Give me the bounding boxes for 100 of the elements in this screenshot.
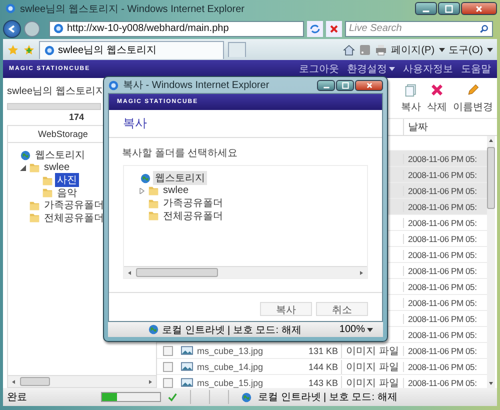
zoom-control[interactable]: 100% [339, 324, 373, 335]
scroll-up-icon[interactable] [488, 138, 494, 144]
file-date: 2008-11-06 PM 05: [408, 330, 477, 340]
close-icon [475, 4, 483, 13]
command-menu[interactable]: 페이지(P) [391, 42, 445, 57]
header-link[interactable]: 도움말 [461, 62, 491, 76]
maximize-icon [445, 4, 453, 13]
close-icon [366, 82, 372, 88]
minimize-button[interactable] [415, 2, 437, 16]
image-file-icon [181, 378, 193, 388]
scroll-thumb[interactable] [487, 147, 495, 210]
back-button[interactable] [3, 20, 21, 38]
tree-item[interactable]: 전체공유폴더 [42, 210, 106, 225]
toolbar-button[interactable]: 삭제 [427, 82, 447, 114]
browser-icon [108, 80, 119, 90]
file-date: 2008-11-06 PM 05: [408, 362, 477, 372]
tree-item[interactable]: 가족공유폴더 [161, 196, 225, 210]
file-date: 2008-11-06 PM 05: [408, 218, 477, 228]
search-icon[interactable] [479, 24, 489, 34]
progress-bar [101, 392, 161, 402]
folder-icon [42, 187, 53, 198]
scroll-down-icon[interactable] [488, 380, 494, 386]
tree-item[interactable]: 웹스토리지 [153, 171, 207, 186]
scroll-thumb[interactable] [136, 268, 218, 277]
tree-item[interactable]: 음악 [55, 186, 79, 200]
folder-icon [148, 185, 159, 196]
toolbar-button[interactable]: 이름변경 [453, 82, 493, 114]
file-date: 2008-11-06 PM 05: [408, 346, 477, 356]
star-icon[interactable] [7, 44, 19, 56]
row-checkbox[interactable] [163, 346, 173, 356]
scroll-left-icon[interactable] [127, 270, 133, 276]
header-link[interactable]: 로그아웃 [299, 62, 339, 76]
horizontal-scrollbar[interactable] [8, 375, 156, 388]
refresh-icon[interactable] [307, 20, 323, 37]
dialog-button[interactable]: 복사 [260, 302, 312, 316]
tree-item[interactable]: 전체공유폴더 [161, 208, 225, 223]
address-field[interactable]: http://xw-10-y008/webhard/main.php [49, 20, 304, 37]
header-link[interactable]: 사용자정보 [403, 62, 453, 76]
maximize-button[interactable] [438, 2, 460, 16]
table-row[interactable]: ms_cube_13.jpg 131 KB 이미지 파일 2008-11-06 PM 05: [157, 343, 487, 360]
file-type: 이미지 파일 [346, 378, 399, 389]
add-favorite-icon[interactable] [23, 44, 35, 56]
search-box[interactable]: Live Search [345, 20, 493, 37]
file-date: 2008-11-06 PM 05: [408, 170, 477, 180]
folder-icon [42, 174, 53, 186]
window-title: swlee님의 웹스토리지 - Windows Internet Explorer [20, 2, 245, 16]
file-date: 2008-11-06 PM 05: [408, 186, 477, 196]
caret-icon [367, 328, 373, 332]
file-name: ms_cube_15.jpg [197, 378, 264, 388]
header-link[interactable]: 환경설정 [347, 62, 395, 76]
maximize-button[interactable] [336, 80, 354, 90]
tree-item[interactable]: swlee [161, 185, 191, 196]
vertical-scrollbar[interactable] [487, 136, 495, 388]
file-type: 이미지 파일 [346, 346, 399, 357]
scroll-right-icon[interactable] [147, 378, 153, 385]
printer-icon[interactable] [375, 44, 388, 56]
tree-item[interactable]: 사진 [55, 173, 79, 188]
folder-icon [29, 162, 40, 174]
command-menu[interactable]: 도구(O) [448, 42, 493, 57]
panel-header: WebStorage [38, 129, 88, 140]
scroll-left-icon[interactable] [11, 378, 17, 385]
document-icon [404, 82, 418, 97]
browser-tab[interactable]: swlee님의 웹스토리지 [39, 40, 224, 59]
dialog-button[interactable]: 취소 [316, 302, 368, 316]
tree-item[interactable]: 가족공유폴더 [42, 198, 106, 212]
file-date: 2008-11-06 PM 05: [408, 298, 477, 308]
stop-icon[interactable] [326, 20, 342, 37]
horizontal-scrollbar[interactable] [124, 266, 367, 278]
tree-item[interactable]: swlee [42, 162, 72, 174]
expand-arrow-icon[interactable] [139, 188, 145, 194]
caret-icon [438, 48, 445, 52]
file-date: 2008-11-06 PM 05: [408, 282, 477, 292]
dialog-title: 복사 - Windows Internet Explorer [123, 79, 270, 92]
caret-icon [487, 48, 493, 52]
table-row[interactable]: ms_cube_14.jpg 144 KB 이미지 파일 2008-11-06 PM 05: [157, 359, 487, 376]
maximize-icon [342, 82, 348, 88]
file-date: 2008-11-06 PM 05: [408, 378, 477, 388]
browser-icon [53, 23, 64, 34]
scroll-right-icon[interactable] [358, 270, 364, 276]
file-date: 2008-11-06 PM 05: [408, 154, 477, 164]
home-icon[interactable] [343, 44, 356, 56]
browser-icon [5, 3, 16, 14]
row-checkbox[interactable] [163, 378, 173, 388]
file-name: ms_cube_14.jpg [197, 362, 264, 372]
scroll-thumb[interactable] [20, 377, 50, 386]
security-zone: 로컬 인트라넷 | 보호 모드: 해제 [258, 391, 398, 404]
globe-icon [241, 392, 252, 403]
tree-item[interactable]: 웹스토리지 [33, 148, 87, 162]
file-date: 2008-11-06 PM 05: [408, 234, 477, 244]
delete-icon [430, 82, 444, 97]
file-date: 2008-11-06 PM 05: [408, 314, 477, 324]
close-button[interactable] [355, 80, 383, 90]
row-checkbox[interactable] [163, 362, 173, 372]
browser-icon [44, 44, 55, 56]
file-date: 2008-11-06 PM 05: [408, 202, 477, 212]
toolbar-button[interactable]: 복사 [401, 82, 421, 114]
close-button[interactable] [461, 2, 497, 16]
column-header[interactable]: 날짜 [403, 119, 487, 136]
minimize-button[interactable] [317, 80, 335, 90]
collapse-arrow-icon[interactable] [20, 164, 26, 171]
